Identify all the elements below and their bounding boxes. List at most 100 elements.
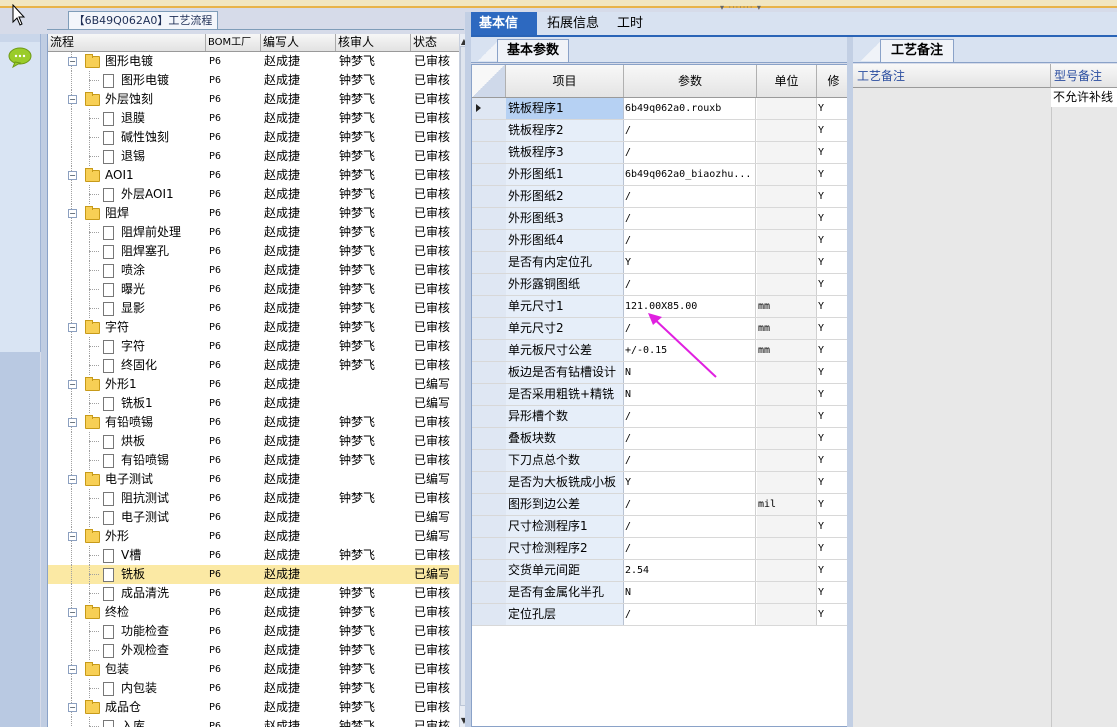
row-indicator[interactable]: [472, 362, 507, 383]
tree-row[interactable]: 阻抗测试 P6 赵成捷 钟梦飞 已审核: [48, 489, 460, 508]
tree-row[interactable]: 字符 P6 赵成捷 钟梦飞 已审核: [48, 337, 460, 356]
param-item-cell[interactable]: 图形到边公差: [506, 494, 624, 515]
param-unit-cell[interactable]: [757, 582, 817, 603]
col-header-reviewer[interactable]: 核审人: [336, 34, 411, 51]
param-row[interactable]: 外形露铜图纸 / Y: [472, 274, 848, 296]
param-item-cell[interactable]: 尺寸检测程序2: [506, 538, 624, 559]
param-item-cell[interactable]: 尺寸检测程序1: [506, 516, 624, 537]
tab-process-notes[interactable]: 工艺备注: [880, 39, 954, 62]
col-header-status[interactable]: 状态: [411, 34, 460, 51]
param-item-cell[interactable]: 外形露铜图纸: [506, 274, 624, 295]
col-header-modify[interactable]: 修: [817, 65, 848, 97]
param-value-cell[interactable]: /: [624, 186, 756, 207]
collapse-toggle-icon[interactable]: −: [68, 209, 77, 218]
row-indicator[interactable]: [472, 428, 507, 449]
tree-row[interactable]: 显影 P6 赵成捷 钟梦飞 已审核: [48, 299, 460, 318]
tree-row[interactable]: 有铅喷锡 P6 赵成捷 钟梦飞 已审核: [48, 451, 460, 470]
param-unit-cell[interactable]: [757, 186, 817, 207]
param-value-cell[interactable]: /: [624, 494, 756, 515]
param-modify-cell[interactable]: Y: [817, 428, 848, 449]
row-indicator[interactable]: [472, 230, 507, 251]
param-value-cell[interactable]: /: [624, 406, 756, 427]
param-item-cell[interactable]: 是否有金属化半孔: [506, 582, 624, 603]
param-item-cell[interactable]: 板边是否有钻槽设计: [506, 362, 624, 383]
col-header-param[interactable]: 参数: [624, 65, 757, 97]
tree-row[interactable]: 终固化 P6 赵成捷 钟梦飞 已审核: [48, 356, 460, 375]
collapse-toggle-icon[interactable]: −: [68, 665, 77, 674]
param-unit-cell[interactable]: [757, 472, 817, 493]
param-item-cell[interactable]: 定位孔层: [506, 604, 624, 625]
chat-bubble-icon[interactable]: [7, 46, 33, 68]
param-modify-cell[interactable]: Y: [817, 296, 848, 317]
collapse-toggle-icon[interactable]: −: [68, 171, 77, 180]
param-item-cell[interactable]: 是否有内定位孔: [506, 252, 624, 273]
collapse-toggle-icon[interactable]: −: [68, 95, 77, 104]
col-header-item[interactable]: 项目: [506, 65, 624, 97]
collapse-toggle-icon[interactable]: −: [68, 57, 77, 66]
row-indicator[interactable]: [472, 98, 507, 119]
param-row[interactable]: 铣板程序1 6b49q062a0.rouxb Y: [472, 98, 848, 120]
collapse-toggle-icon[interactable]: −: [68, 703, 77, 712]
param-value-cell[interactable]: /: [624, 450, 756, 471]
tree-row[interactable]: 退锡 P6 赵成捷 钟梦飞 已审核: [48, 147, 460, 166]
param-value-cell[interactable]: N: [624, 582, 756, 603]
tree-row[interactable]: 铣板1 P6 赵成捷 已编写: [48, 394, 460, 413]
param-value-cell[interactable]: /: [624, 538, 756, 559]
param-modify-cell[interactable]: Y: [817, 142, 848, 163]
param-modify-cell[interactable]: Y: [817, 274, 848, 295]
param-row[interactable]: 铣板程序2/ Y: [472, 120, 848, 142]
tree-row[interactable]: 入库 P6 赵成捷 钟梦飞 已审核: [48, 717, 460, 727]
tree-row[interactable]: 喷涂 P6 赵成捷 钟梦飞 已审核: [48, 261, 460, 280]
row-indicator[interactable]: [472, 164, 507, 185]
param-item-cell[interactable]: 铣板程序2: [506, 120, 624, 141]
param-modify-cell[interactable]: Y: [817, 208, 848, 229]
row-indicator[interactable]: [472, 252, 507, 273]
param-item-cell[interactable]: 是否采用粗铣+精铣: [506, 384, 624, 405]
tab-basic-info[interactable]: 基本信息: [471, 12, 537, 54]
tree-row[interactable]: 成品清洗 P6 赵成捷 钟梦飞 已审核: [48, 584, 460, 603]
tree-row[interactable]: 功能检查 P6 赵成捷 钟梦飞 已审核: [48, 622, 460, 641]
param-modify-cell[interactable]: Y: [817, 450, 848, 471]
tree-row[interactable]: − 阻焊 P6 赵成捷 钟梦飞 已审核: [48, 204, 460, 223]
tree-row[interactable]: 电子测试 P6 赵成捷 已编写: [48, 508, 460, 527]
param-modify-cell[interactable]: Y: [817, 516, 848, 537]
param-item-cell[interactable]: 单元尺寸2: [506, 318, 624, 339]
param-value-cell[interactable]: 6b49q062a0_biaozhu...: [624, 164, 756, 185]
tree-row[interactable]: 曝光 P6 赵成捷 钟梦飞 已审核: [48, 280, 460, 299]
param-unit-cell[interactable]: [757, 406, 817, 427]
param-value-cell[interactable]: /: [624, 208, 756, 229]
col-header-flow[interactable]: 流程: [48, 34, 206, 51]
param-unit-cell[interactable]: [757, 560, 817, 581]
param-value-cell[interactable]: /: [624, 230, 756, 251]
param-value-cell[interactable]: /: [624, 142, 756, 163]
param-modify-cell[interactable]: Y: [817, 252, 848, 273]
param-item-cell[interactable]: 交货单元间距: [506, 560, 624, 581]
param-unit-cell[interactable]: [757, 98, 817, 119]
param-modify-cell[interactable]: Y: [817, 120, 848, 141]
tree-row[interactable]: − 外层蚀刻 P6 赵成捷 钟梦飞 已审核: [48, 90, 460, 109]
row-indicator[interactable]: [472, 318, 507, 339]
row-indicator[interactable]: [472, 582, 507, 603]
tree-row[interactable]: 阻焊前处理 P6 赵成捷 钟梦飞 已审核: [48, 223, 460, 242]
param-row[interactable]: 是否有内定位孔 Y Y: [472, 252, 848, 274]
param-item-cell[interactable]: 外形图纸1: [506, 164, 624, 185]
tree-row[interactable]: 外层AOI1 P6 赵成捷 钟梦飞 已审核: [48, 185, 460, 204]
param-row[interactable]: 下刀点总个数 / Y: [472, 450, 848, 472]
tree-row[interactable]: − 外形 P6 赵成捷 已编写: [48, 527, 460, 546]
param-item-cell[interactable]: 外形图纸2: [506, 186, 624, 207]
param-row[interactable]: 尺寸检测程序1/ Y: [472, 516, 848, 538]
param-modify-cell[interactable]: Y: [817, 582, 848, 603]
param-row[interactable]: 是否为大板铣成小板 Y Y: [472, 472, 848, 494]
param-unit-cell[interactable]: [757, 450, 817, 471]
param-row[interactable]: 外形图纸2/ Y: [472, 186, 848, 208]
tree-row[interactable]: − 电子测试 P6 赵成捷 已编写: [48, 470, 460, 489]
tree-row[interactable]: − 外形1 P6 赵成捷 已编写: [48, 375, 460, 394]
row-indicator[interactable]: [472, 296, 507, 317]
param-unit-cell[interactable]: mm: [757, 296, 817, 317]
param-item-cell[interactable]: 外形图纸4: [506, 230, 624, 251]
param-value-cell[interactable]: N: [624, 384, 756, 405]
row-indicator[interactable]: [472, 384, 507, 405]
param-unit-cell[interactable]: [757, 274, 817, 295]
tree-row[interactable]: − AOI1 P6 赵成捷 钟梦飞 已审核: [48, 166, 460, 185]
param-row[interactable]: 异形槽个数 / Y: [472, 406, 848, 428]
